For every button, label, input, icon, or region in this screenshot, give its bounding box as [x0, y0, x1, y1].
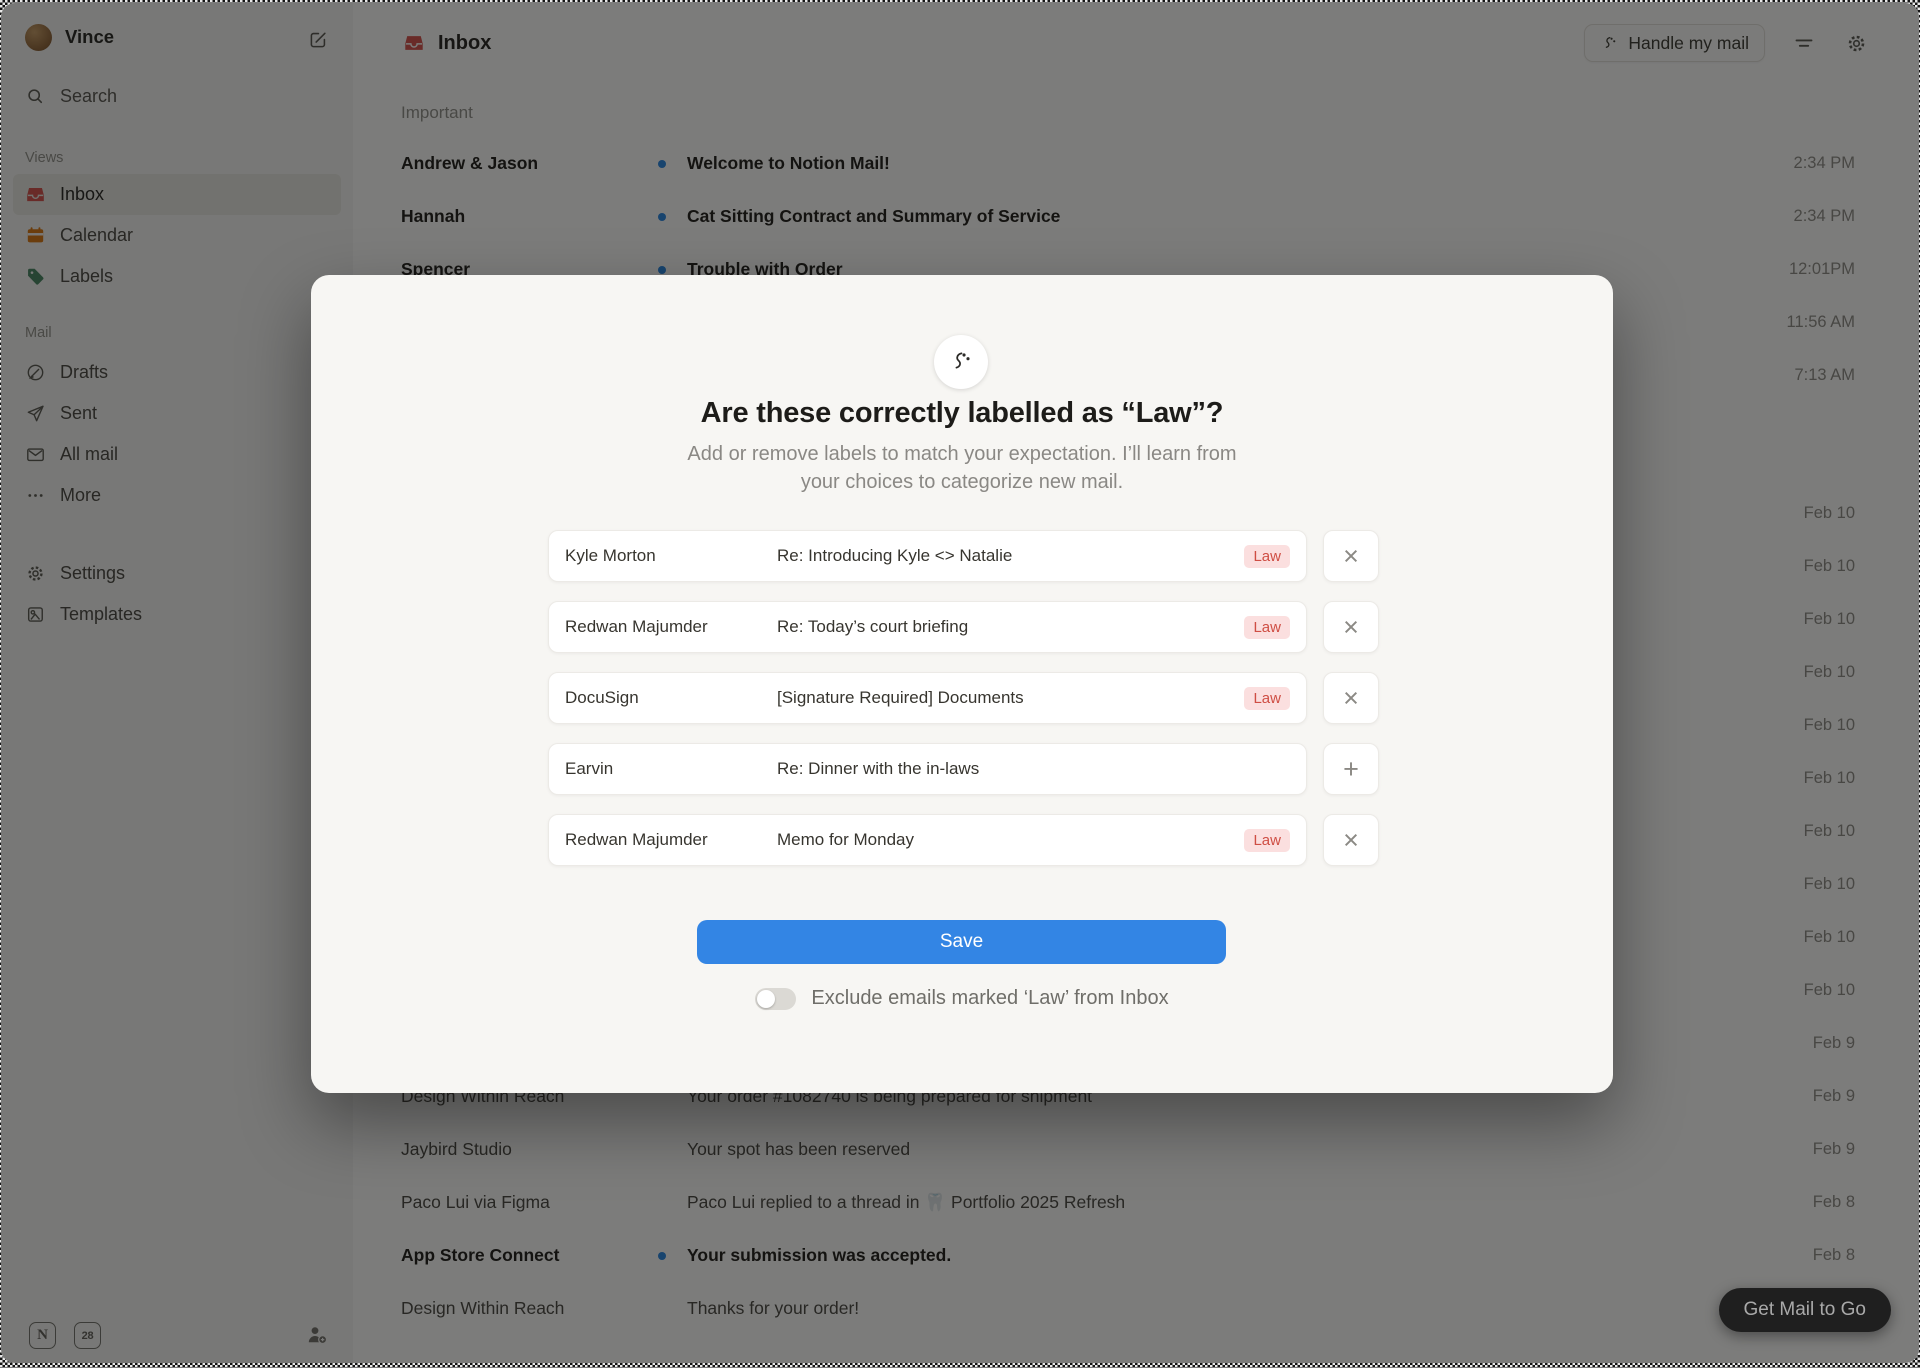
labelled-email-card[interactable]: Kyle Morton Re: Introducing Kyle <> Nata…	[548, 530, 1307, 582]
exclude-toggle-row: Exclude emails marked ‘Law’ from Inbox	[311, 987, 1613, 1010]
add-label-button[interactable]: +	[1323, 743, 1379, 795]
label-badge: Law	[1244, 616, 1290, 639]
email-sender: Redwan Majumder	[565, 830, 777, 850]
label-badge: Law	[1244, 687, 1290, 710]
email-sender: Earvin	[565, 759, 777, 779]
labelled-email-row: Redwan Majumder Memo for Monday Law ×	[548, 814, 1379, 866]
email-subject: Re: Today’s court briefing	[777, 617, 1232, 637]
remove-label-button[interactable]: ×	[1323, 530, 1379, 582]
remove-label-button[interactable]: ×	[1323, 672, 1379, 724]
labelled-email-row: Earvin Re: Dinner with the in-laws +	[548, 743, 1379, 795]
save-button[interactable]: Save	[697, 920, 1226, 964]
labelled-email-row: DocuSign [Signature Required] Documents …	[548, 672, 1379, 724]
toggle-knob	[757, 990, 775, 1008]
ai-face-icon	[934, 335, 988, 389]
labelled-email-card[interactable]: DocuSign [Signature Required] Documents …	[548, 672, 1307, 724]
labelled-email-card[interactable]: Redwan Majumder Memo for Monday Law	[548, 814, 1307, 866]
remove-label-button[interactable]: ×	[1323, 601, 1379, 653]
label-review-modal: Are these correctly labelled as “Law”? A…	[311, 275, 1613, 1093]
email-sender: Kyle Morton	[565, 546, 777, 566]
label-badge: Law	[1244, 829, 1290, 852]
modal-title: Are these correctly labelled as “Law”?	[311, 397, 1613, 430]
notion-mail-window: Vince Search Views	[1, 3, 1919, 1363]
labelled-email-row: Redwan Majumder Re: Today’s court briefi…	[548, 601, 1379, 653]
modal-subtitle: Add or remove labels to match your expec…	[672, 441, 1252, 496]
email-subject: Re: Introducing Kyle <> Natalie	[777, 546, 1232, 566]
exclude-toggle[interactable]	[755, 988, 796, 1010]
email-subject: [Signature Required] Documents	[777, 688, 1232, 708]
label-badge: Law	[1244, 545, 1290, 568]
get-mail-to-go-button[interactable]: Get Mail to Go	[1719, 1288, 1892, 1332]
exclude-toggle-label: Exclude emails marked ‘Law’ from Inbox	[811, 987, 1168, 1010]
labelled-email-row: Kyle Morton Re: Introducing Kyle <> Nata…	[548, 530, 1379, 582]
email-sender: Redwan Majumder	[565, 617, 777, 637]
email-subject: Re: Dinner with the in-laws	[777, 759, 1290, 779]
email-sender: DocuSign	[565, 688, 777, 708]
labelled-email-card[interactable]: Earvin Re: Dinner with the in-laws	[548, 743, 1307, 795]
modal-rows: Kyle Morton Re: Introducing Kyle <> Nata…	[548, 530, 1379, 885]
labelled-email-card[interactable]: Redwan Majumder Re: Today’s court briefi…	[548, 601, 1307, 653]
email-subject: Memo for Monday	[777, 830, 1232, 850]
remove-label-button[interactable]: ×	[1323, 814, 1379, 866]
